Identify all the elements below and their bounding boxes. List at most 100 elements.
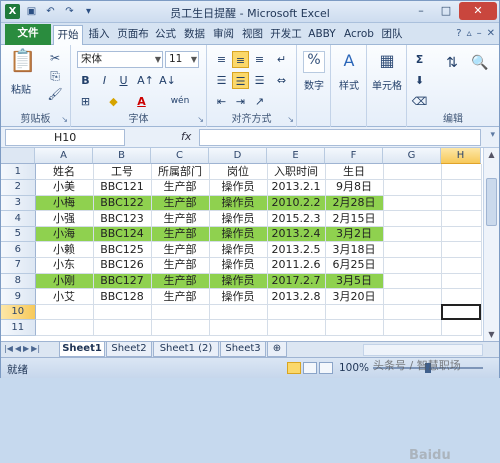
cell[interactable]	[383, 179, 442, 196]
cell[interactable]	[267, 304, 326, 321]
cell[interactable]	[383, 304, 442, 321]
insert-function-button[interactable]: fx	[181, 130, 191, 143]
cell[interactable]	[441, 304, 482, 321]
formula-input[interactable]	[199, 129, 481, 146]
cell[interactable]	[325, 304, 384, 321]
font-color-button[interactable]: A	[133, 93, 150, 110]
align-middle-icon[interactable]: ≡	[232, 51, 249, 68]
row-header[interactable]: 3	[1, 195, 36, 212]
autosum-button[interactable]: Σ	[411, 51, 428, 68]
find-select-icon[interactable]: 🔍	[469, 55, 491, 79]
cell[interactable]	[383, 226, 442, 243]
clear-icon[interactable]: ⌫	[411, 93, 428, 110]
cell[interactable]: 所属部门	[151, 164, 210, 181]
cell[interactable]	[441, 273, 482, 290]
cut-icon[interactable]: ✂	[47, 51, 63, 65]
cell[interactable]	[383, 241, 442, 259]
cell[interactable]: 小赖	[35, 241, 94, 259]
cell[interactable]: BBC125	[93, 241, 152, 259]
column-header-a[interactable]: A	[35, 148, 93, 164]
row-header[interactable]: 9	[1, 288, 36, 305]
zoom-level[interactable]: 100%	[339, 362, 369, 374]
decrease-font-icon[interactable]: A↓	[159, 72, 176, 89]
column-header-e[interactable]: E	[267, 148, 325, 164]
tab-file[interactable]: 文件	[5, 24, 51, 45]
scroll-down-icon[interactable]: ▼	[484, 330, 499, 339]
cell[interactable]	[209, 319, 268, 337]
page-layout-view-icon[interactable]	[303, 362, 317, 374]
cell[interactable]: 操作员	[209, 226, 268, 243]
cell[interactable]	[441, 288, 482, 305]
cell[interactable]	[93, 319, 152, 337]
cell[interactable]	[441, 164, 482, 181]
tab-home[interactable]: 开始	[53, 25, 83, 46]
align-top-icon[interactable]: ≡	[213, 51, 230, 68]
cell[interactable]: 2017.2.7	[267, 273, 326, 290]
paste-icon[interactable]: 📋	[9, 49, 36, 77]
maximize-button[interactable]: □	[434, 2, 458, 20]
cell[interactable]: BBC126	[93, 257, 152, 274]
cell[interactable]: 操作员	[209, 288, 268, 305]
row-header[interactable]: 2	[1, 179, 36, 196]
column-header-b[interactable]: B	[93, 148, 151, 164]
first-sheet-icon[interactable]: |◀	[4, 344, 13, 353]
cell[interactable]: BBC121	[93, 179, 152, 196]
row-header[interactable]: 5	[1, 226, 36, 243]
tab-view[interactable]: 视图	[239, 25, 266, 45]
cell[interactable]	[93, 304, 152, 321]
tab-insert[interactable]: 插入	[85, 25, 113, 45]
increase-font-icon[interactable]: A↑	[137, 72, 154, 89]
tab-page-layout[interactable]: 页面布	[115, 25, 151, 45]
cell[interactable]: 2015.2.3	[267, 210, 326, 227]
cell[interactable]: 小东	[35, 257, 94, 274]
cell[interactable]: 生产部	[151, 257, 210, 274]
cell[interactable]	[151, 304, 210, 321]
cell[interactable]: 操作员	[209, 210, 268, 227]
column-header-d[interactable]: D	[209, 148, 267, 164]
italic-button[interactable]: I	[96, 72, 113, 89]
row-header[interactable]: 4	[1, 210, 36, 227]
cell[interactable]	[383, 210, 442, 227]
cell[interactable]: 岗位	[209, 164, 268, 181]
font-name-select[interactable]: 宋体 ▼	[77, 51, 163, 68]
cell[interactable]: 小强	[35, 210, 94, 227]
normal-view-icon[interactable]	[287, 362, 301, 374]
sheet-tab-3[interactable]: Sheet1 (2)	[153, 342, 219, 357]
cell[interactable]	[383, 257, 442, 274]
clipboard-expand-icon[interactable]: ↘	[61, 115, 68, 124]
format-painter-icon[interactable]: 🖌	[47, 87, 63, 101]
tab-team[interactable]: 团队	[378, 25, 406, 45]
cell[interactable]	[441, 179, 482, 196]
fill-icon[interactable]: ⬇	[411, 72, 428, 89]
paste-label[interactable]: 粘贴	[5, 81, 37, 96]
tab-review[interactable]: 审阅	[210, 25, 237, 45]
fill-color-icon[interactable]: ◆	[105, 93, 122, 110]
sort-filter-icon[interactable]: ⇅	[441, 55, 463, 79]
column-header-g[interactable]: G	[383, 148, 441, 164]
cell[interactable]: 生日	[325, 164, 384, 181]
orientation-icon[interactable]: ↗	[251, 93, 268, 110]
cell[interactable]: 9月8日	[325, 179, 384, 196]
align-left-icon[interactable]: ☰	[213, 72, 230, 89]
cell[interactable]: 2013.2.4	[267, 226, 326, 243]
cell[interactable]: 3月18日	[325, 241, 384, 259]
cell[interactable]: 生产部	[151, 273, 210, 290]
cell[interactable]	[383, 195, 442, 212]
cell[interactable]: 2013.2.8	[267, 288, 326, 305]
row-header[interactable]: 10	[1, 304, 36, 321]
cell[interactable]	[35, 304, 94, 321]
copy-icon[interactable]: ⎘	[47, 69, 63, 84]
cell[interactable]: 3月5日	[325, 273, 384, 290]
tab-abbyy[interactable]: ABBY	[305, 25, 339, 45]
column-header-h[interactable]: H	[441, 148, 481, 164]
cell[interactable]: 小海	[35, 226, 94, 243]
expand-formula-icon[interactable]: ▾	[490, 130, 495, 140]
cell[interactable]	[441, 257, 482, 274]
cell[interactable]: 生产部	[151, 179, 210, 196]
styles-icon[interactable]: A	[337, 51, 361, 73]
cell[interactable]	[441, 210, 482, 227]
cell[interactable]: 2010.2.2	[267, 195, 326, 212]
column-header-c[interactable]: C	[151, 148, 209, 164]
cell[interactable]	[267, 319, 326, 337]
prev-sheet-icon[interactable]: ◀	[15, 344, 21, 353]
